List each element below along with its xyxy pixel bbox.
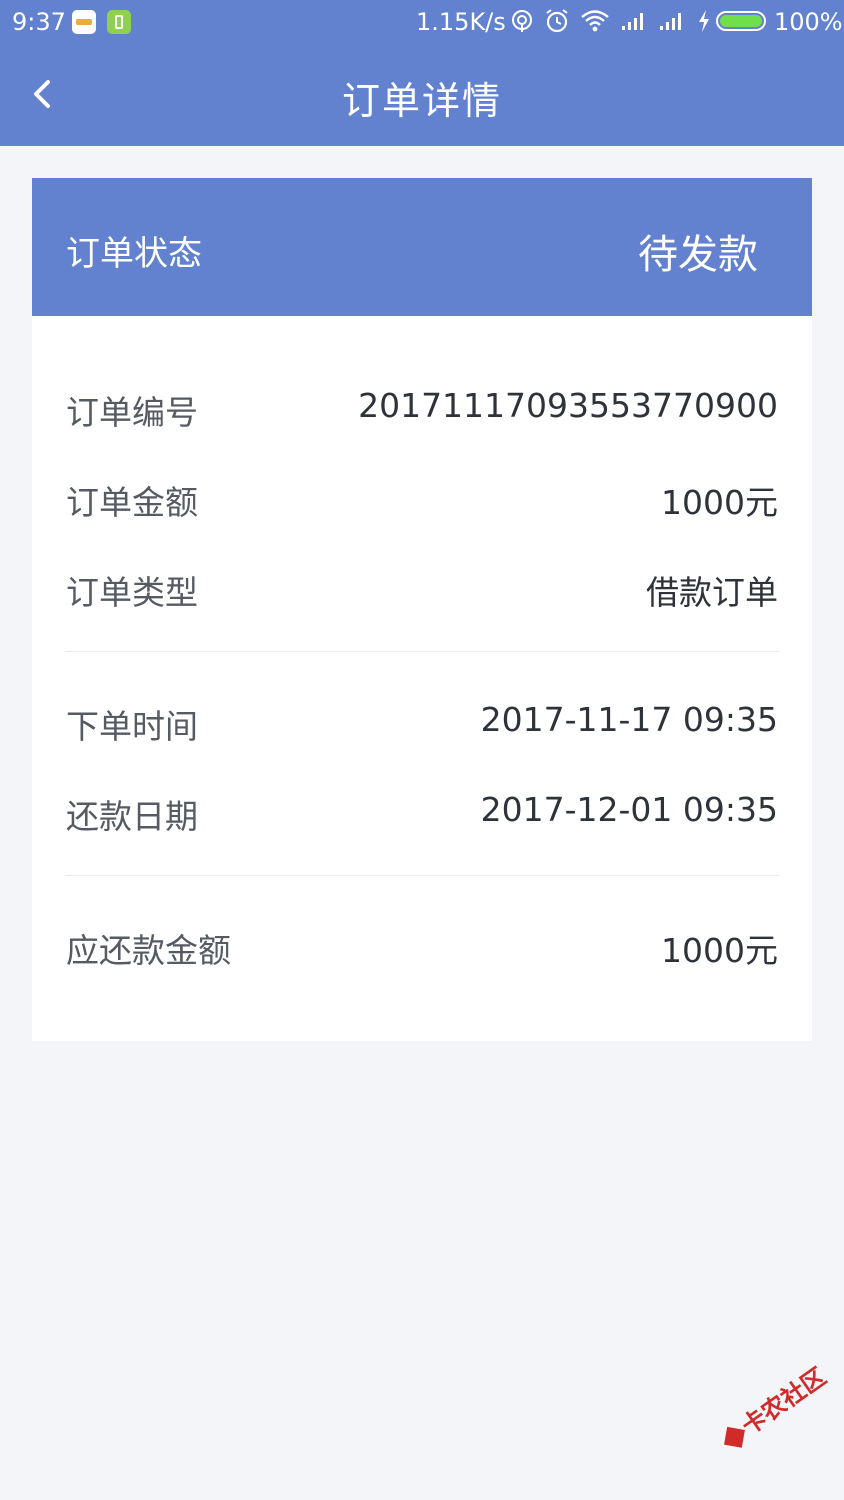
watermark-text: 卡农社区 [736,1362,832,1441]
row-label: 下单时间 [66,707,198,746]
repay-date-row: 还款日期 2017-12-01 09:35 [66,786,778,836]
row-value: 借款订单 [646,573,778,612]
order-type-row: 订单类型 借款订单 [66,562,778,612]
status-time: 9:37 [12,8,66,36]
network-speed: 1.15K/s [416,8,506,36]
signal-icon [658,8,686,41]
row-value: 20171117093553770900 [358,386,778,425]
row-value: 1000元 [661,931,778,970]
row-label: 订单编号 [66,393,198,432]
divider [66,875,780,876]
row-label: 还款日期 [66,797,198,836]
order-amount-row: 订单金额 1000元 [66,472,778,522]
charging-icon [696,8,712,41]
app-icon-green [107,10,131,34]
divider [66,651,780,652]
alarm-icon [544,8,570,41]
app-icon-news [72,10,96,34]
hotspot-icon [510,8,534,41]
row-value: 2017-12-01 09:35 [480,790,778,829]
battery-percent: 100% [774,8,843,36]
watermark-mark-icon [724,1426,745,1448]
signal-icon [620,8,648,41]
page-title: 订单详情 [341,79,502,123]
row-label: 订单类型 [66,573,198,612]
order-status-header: 订单状态 待发款 [32,178,812,316]
wifi-icon [580,8,610,41]
row-value: 2017-11-17 09:35 [480,700,778,739]
watermark-logo: 卡农社区 [715,1361,832,1458]
order-status-value: 待发款 [638,232,758,278]
order-status-label: 订单状态 [66,234,202,274]
order-time-row: 下单时间 2017-11-17 09:35 [66,696,778,746]
order-detail-card: 订单状态 待发款 订单编号 20171117093553770900 订单金额 … [32,178,812,1041]
row-label: 应还款金额 [66,931,231,970]
battery-icon [716,11,766,31]
row-label: 订单金额 [66,483,198,522]
nav-bar: 订单详情 [0,44,844,146]
status-bar: 9:37 1.15K/s 100% [0,0,844,44]
row-value: 1000元 [661,483,778,522]
repay-amount-row: 应还款金额 1000元 [66,920,778,970]
order-number-row: 订单编号 20171117093553770900 [66,382,778,432]
